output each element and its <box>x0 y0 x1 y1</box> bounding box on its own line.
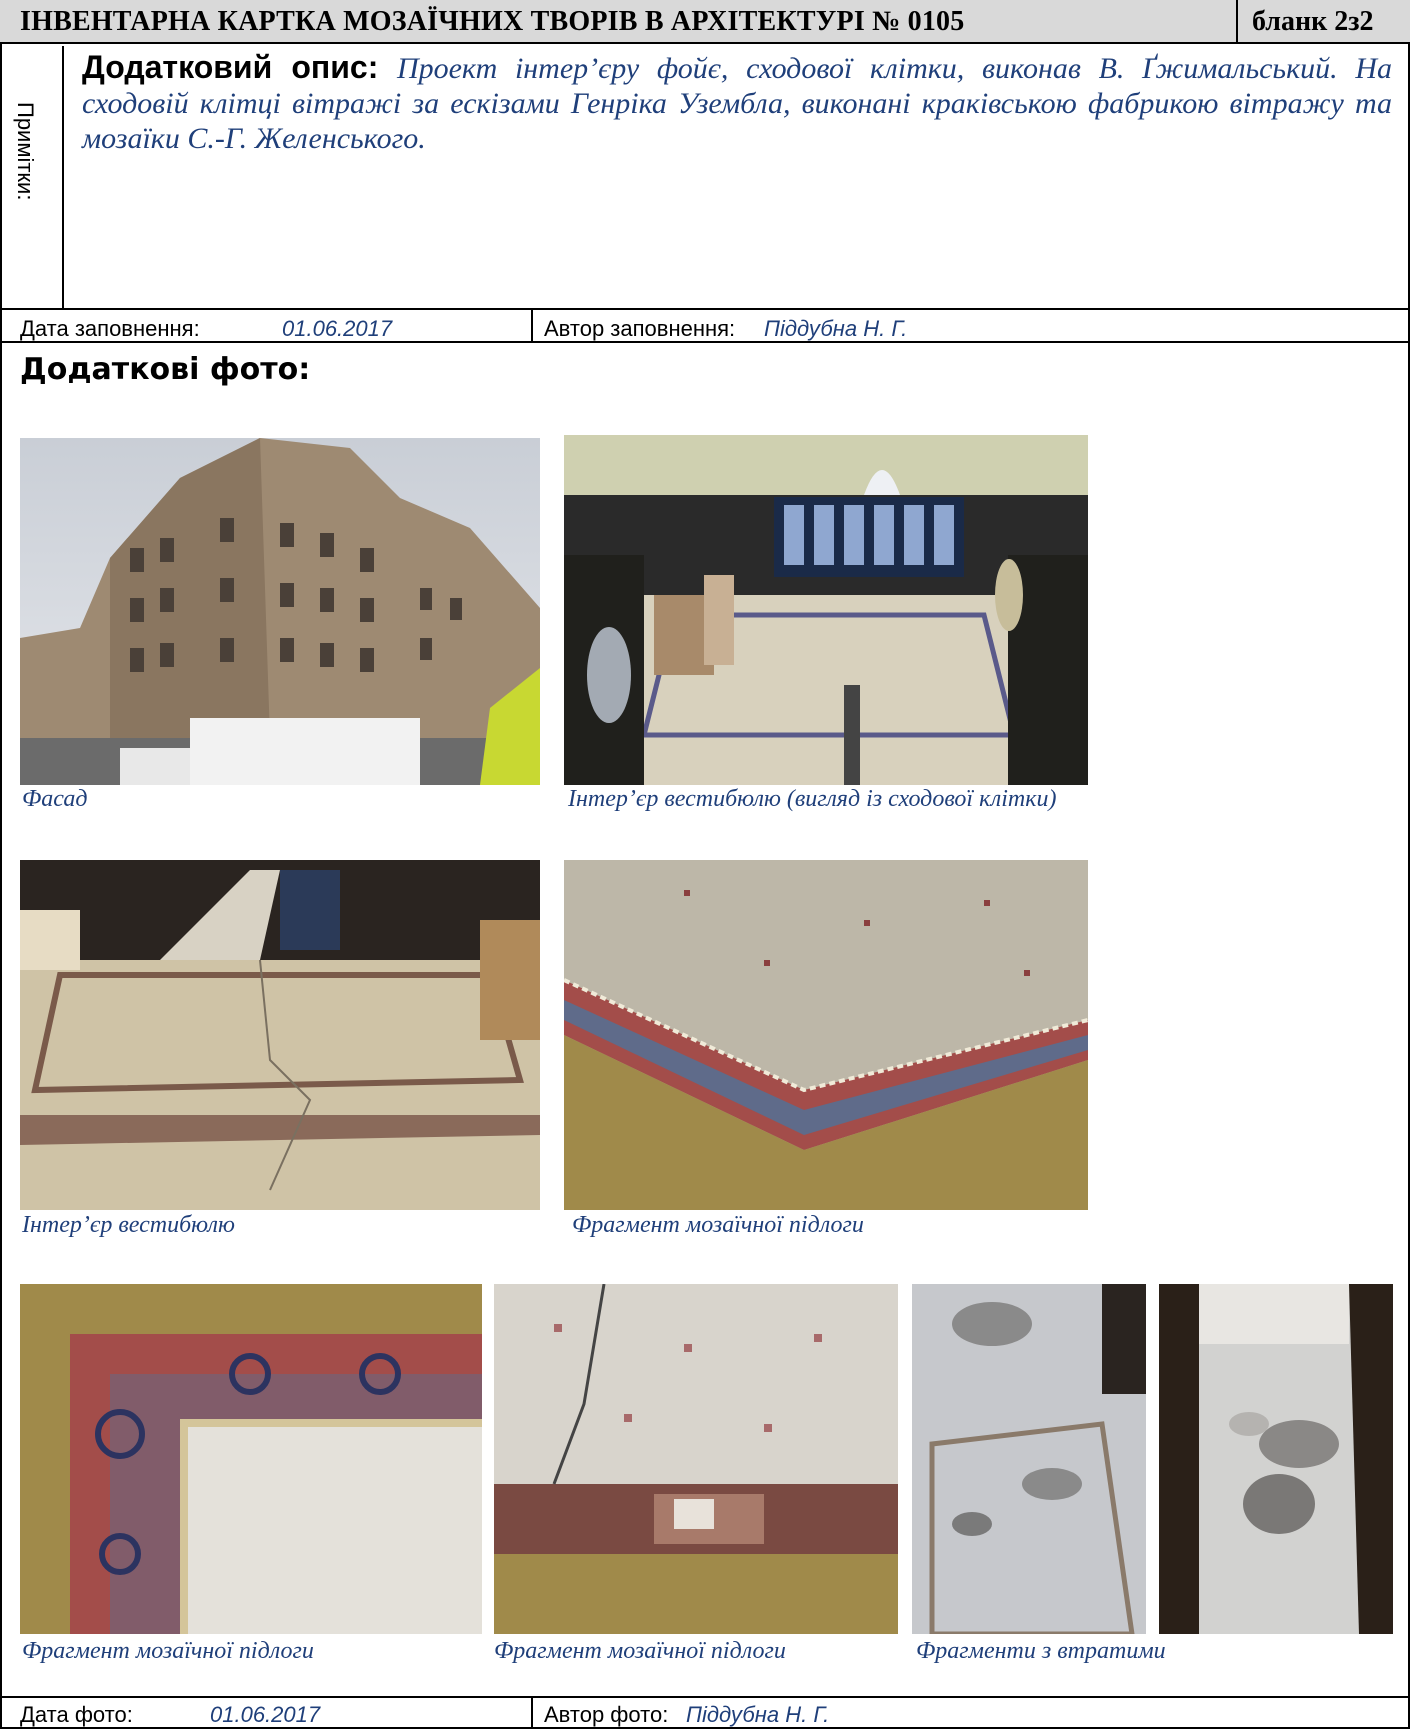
card-title: ІНВЕНТАРНА КАРТКА МОЗАЇЧНИХ ТВОРІВ В АРХ… <box>20 6 965 37</box>
caption-mosaic-1: Фрагмент мозаїчної підлоги <box>572 1212 864 1238</box>
photo-date-value: 01.06.2017 <box>210 1702 321 1727</box>
notes-side-label: Примітки: <box>13 102 38 201</box>
mosaic-fragment-photo-3 <box>494 1284 898 1634</box>
facade-photo <box>20 438 540 785</box>
caption-losses: Фрагменти з втратими <box>916 1638 1166 1664</box>
fill-date-label: Дата заповнення: <box>20 316 200 341</box>
card-header: ІНВЕНТАРНА КАРТКА МОЗАЇЧНИХ ТВОРІВ В АРХ… <box>0 0 1410 44</box>
fill-date-value: 01.06.2017 <box>282 316 393 341</box>
mosaic-fragment-photo-1 <box>564 860 1088 1210</box>
notes-side-cell: Примітки: <box>2 46 64 308</box>
additional-description: Додатковий опис: Проект інтер’єру фойє, … <box>82 50 1392 156</box>
footer-divider <box>531 1696 533 1729</box>
photo-author-value: Піддубна Н. Г. <box>686 1702 830 1727</box>
caption-vestibule-stairs: Інтер’єр вестибюлю (вигляд із сходової к… <box>568 786 1057 812</box>
caption-facade: Фасад <box>22 786 88 812</box>
losses-photo-2 <box>1159 1284 1393 1634</box>
header-divider <box>1236 0 1238 44</box>
losses-photo-1 <box>912 1284 1146 1634</box>
description-heading: Додатковий опис: <box>82 49 379 85</box>
mosaic-fragment-photo-2 <box>20 1284 482 1634</box>
caption-mosaic-2: Фрагмент мозаїчної підлоги <box>22 1638 314 1664</box>
photo-date-label: Дата фото: <box>20 1702 133 1727</box>
vestibule-stairs-photo <box>564 435 1088 785</box>
blank-number: бланк 2з2 <box>1252 6 1374 37</box>
fill-row-divider <box>531 308 533 342</box>
caption-mosaic-3: Фрагмент мозаїчної підлоги <box>494 1638 786 1664</box>
fill-row-bottom-rule <box>0 341 1410 343</box>
footer-top-rule <box>0 1696 1410 1698</box>
notes-bottom-rule <box>0 308 1410 310</box>
fill-author-value: Піддубна Н. Г. <box>764 316 908 341</box>
vestibule-photo <box>20 860 540 1210</box>
caption-vestibule: Інтер’єр вестибюлю <box>22 1212 235 1238</box>
extra-photos-title: Додаткові фото: <box>20 352 311 387</box>
fill-author-label: Автор заповнення: <box>544 316 736 341</box>
photo-author-label: Автор фото: <box>544 1702 669 1727</box>
